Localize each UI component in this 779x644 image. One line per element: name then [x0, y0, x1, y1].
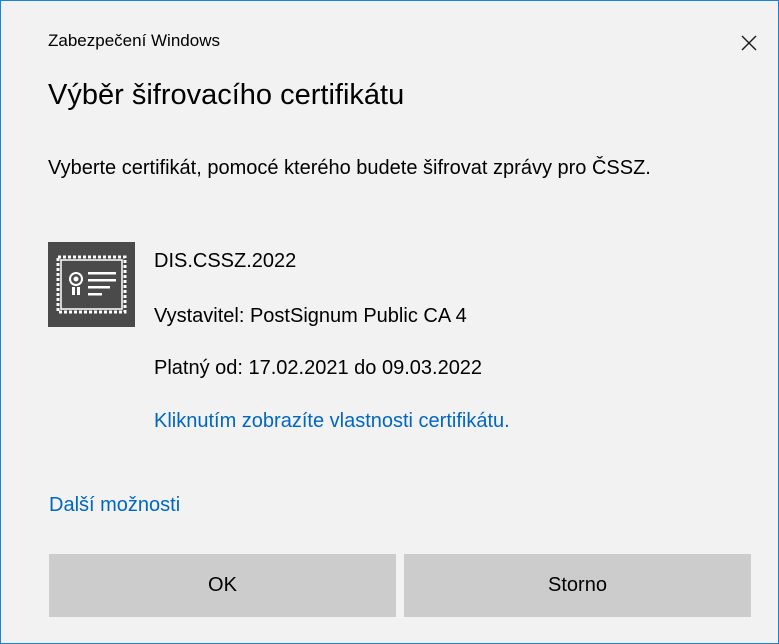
window-caption: Zabezpečení Windows: [48, 31, 220, 50]
dialog-title: Výběr šifrovacího certifikátu: [48, 79, 405, 111]
certificate-validity: Platný od: 17.02.2021 do 09.03.2022: [154, 357, 483, 379]
more-options-link[interactable]: Další možnosti: [49, 494, 180, 517]
certificate-icon: [48, 242, 135, 327]
ok-button[interactable]: OK: [49, 554, 396, 617]
cancel-button[interactable]: Storno: [404, 554, 751, 617]
close-icon: [741, 35, 757, 51]
certificate-name: DIS.CSSZ.2022: [154, 250, 297, 272]
certificate-properties-link[interactable]: Kliknutím zobrazíte vlastnosti certifiká…: [154, 410, 510, 433]
dialog-instruction: Vyberte certifikát, pomocé kterého budet…: [48, 157, 651, 179]
close-button[interactable]: [729, 23, 769, 63]
certificate-issuer: Vystavitel: PostSignum Public CA 4: [154, 305, 467, 327]
security-dialog: Zabezpečení Windows Výběr šifrovacího ce…: [0, 0, 779, 644]
